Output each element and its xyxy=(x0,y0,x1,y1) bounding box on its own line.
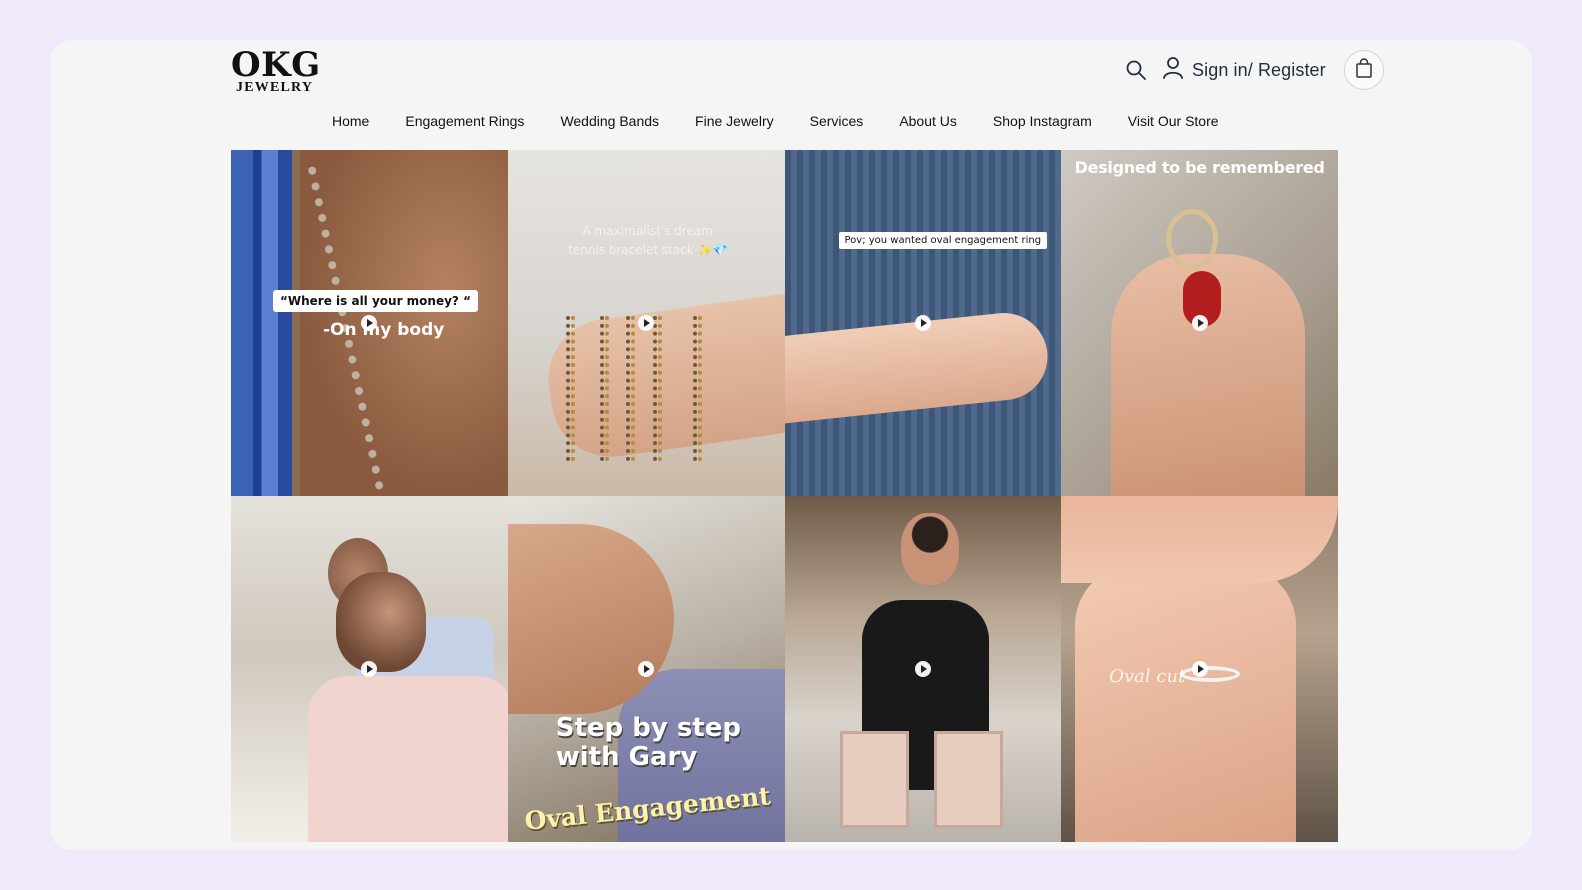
post-caption: Step by step with Gary xyxy=(555,713,741,772)
play-icon[interactable] xyxy=(638,661,655,677)
nav-services[interactable]: Services xyxy=(810,111,864,131)
photo-person xyxy=(900,513,959,586)
nav-fine-jewelry[interactable]: Fine Jewelry xyxy=(695,111,774,131)
instagram-post-3[interactable]: Pov; you wanted oval engagement ring xyxy=(784,150,1062,496)
instagram-post-6[interactable]: Step by step with Gary Oval Engagement xyxy=(507,496,785,842)
play-icon[interactable] xyxy=(914,315,931,331)
jewelry-box xyxy=(839,731,910,829)
brand-logo[interactable]: OKG JEWELRY xyxy=(231,45,321,95)
logo-line2: JEWELRY xyxy=(236,80,314,95)
play-icon[interactable] xyxy=(638,315,655,331)
bracelet-shape xyxy=(625,316,635,462)
play-icon[interactable] xyxy=(1191,315,1208,331)
account-label: Sign in/ Register xyxy=(1192,59,1326,80)
instagram-post-4[interactable]: Designed to be remembered xyxy=(1061,150,1338,496)
bracelet-shape xyxy=(652,316,662,462)
bracelet-shape xyxy=(565,316,575,462)
user-icon xyxy=(1162,56,1184,85)
instagram-post-2[interactable]: A maximalist's dream tennis bracelet sta… xyxy=(507,150,785,496)
main-nav: Home Engagement Rings Wedding Bands Fine… xyxy=(332,111,1219,131)
post-caption: “Where is all your money? “ xyxy=(273,290,478,312)
search-icon[interactable] xyxy=(1125,59,1147,81)
nav-home[interactable]: Home xyxy=(332,111,369,131)
play-icon[interactable] xyxy=(1191,661,1208,677)
shopping-bag-icon xyxy=(1355,57,1373,83)
instagram-post-8[interactable]: Oval cut xyxy=(1061,496,1338,842)
nav-wedding-bands[interactable]: Wedding Bands xyxy=(560,111,659,131)
ring-shape xyxy=(1166,208,1219,269)
instagram-grid: “Where is all your money? “ -On my body … xyxy=(231,150,1338,842)
logo-line1: OKG xyxy=(231,45,321,85)
play-icon[interactable] xyxy=(914,661,931,677)
post-caption: Oval cut xyxy=(1109,666,1186,687)
nav-about-us[interactable]: About Us xyxy=(899,111,957,131)
photo-arm xyxy=(541,285,785,465)
page-card: OKG JEWELRY Sign in/ Register Home Engag… xyxy=(50,40,1532,850)
post-caption-secondary: -On my body xyxy=(323,320,445,340)
photo-hand xyxy=(1061,496,1338,583)
nav-engagement-rings[interactable]: Engagement Rings xyxy=(405,111,524,131)
instagram-post-7[interactable] xyxy=(784,496,1062,842)
photo-hand xyxy=(1075,565,1297,842)
post-caption: Pov; you wanted oval engagement ring xyxy=(838,232,1048,249)
photo-person xyxy=(336,572,427,673)
post-caption: Designed to be remembered xyxy=(1074,158,1325,177)
nav-shop-instagram[interactable]: Shop Instagram xyxy=(993,111,1092,131)
ring-shape xyxy=(1180,665,1241,682)
cart-button[interactable] xyxy=(1344,50,1384,90)
bracelet-shape xyxy=(692,316,702,462)
sign-in-register-link[interactable]: Sign in/ Register xyxy=(1162,56,1326,84)
nav-visit-our-store[interactable]: Visit Our Store xyxy=(1128,111,1219,131)
instagram-post-5[interactable] xyxy=(231,496,508,842)
photo-person xyxy=(308,675,508,842)
bracelet-shape xyxy=(599,316,609,462)
jewelry-box xyxy=(933,731,1004,829)
post-caption: A maximalist's dream tennis bracelet sta… xyxy=(568,224,728,257)
instagram-post-1[interactable]: “Where is all your money? “ -On my body xyxy=(231,150,508,496)
